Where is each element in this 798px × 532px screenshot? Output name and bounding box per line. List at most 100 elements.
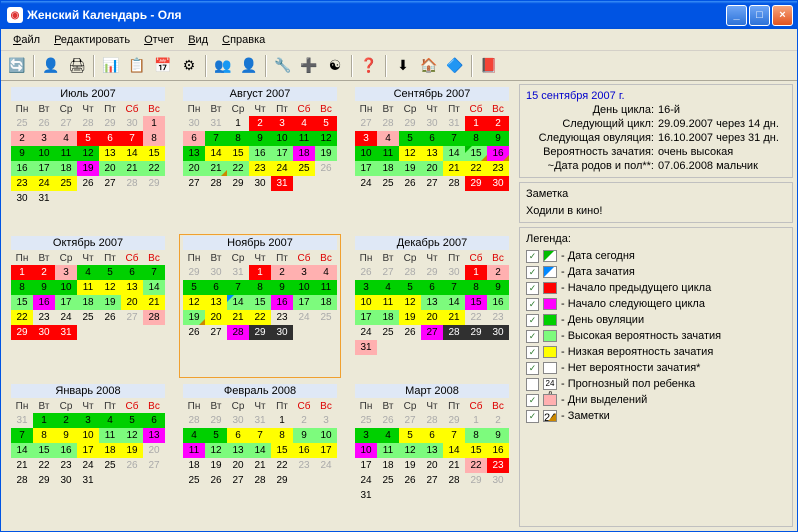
day-cell[interactable]: 3: [355, 280, 377, 295]
day-cell[interactable]: 11: [55, 146, 77, 161]
day-cell[interactable]: 19: [205, 458, 227, 473]
day-cell[interactable]: 9: [487, 280, 509, 295]
day-cell[interactable]: 22: [227, 161, 249, 176]
day-prev[interactable]: 29: [183, 265, 205, 280]
day-cell[interactable]: 29: [143, 176, 165, 191]
day-cell[interactable]: 19: [399, 161, 421, 176]
day-cell[interactable]: 26: [99, 310, 121, 325]
day-cell[interactable]: 16: [11, 161, 33, 176]
day-cell[interactable]: 23: [487, 458, 509, 473]
day-cell[interactable]: 22: [271, 458, 293, 473]
day-prev[interactable]: 26: [377, 413, 399, 428]
day-cell[interactable]: 3: [355, 131, 377, 146]
day-cell[interactable]: 10: [77, 428, 99, 443]
day-prev[interactable]: 30: [205, 265, 227, 280]
day-cell[interactable]: 22: [465, 161, 487, 176]
day-cell[interactable]: 8: [249, 280, 271, 295]
day-cell[interactable]: 11: [315, 280, 337, 295]
day-cell[interactable]: 11: [293, 131, 315, 146]
day-cell[interactable]: 7: [249, 428, 271, 443]
day-cell[interactable]: 26: [399, 473, 421, 488]
day-cell[interactable]: 29: [465, 176, 487, 191]
day-cell[interactable]: 16: [487, 443, 509, 458]
day-cell[interactable]: 22: [465, 310, 487, 325]
day-prev[interactable]: 25: [355, 413, 377, 428]
day-cell[interactable]: 25: [55, 176, 77, 191]
day-prev[interactable]: 30: [121, 116, 143, 131]
toolbar-btn-13[interactable]: ⬇: [391, 54, 415, 78]
day-cell[interactable]: 31: [271, 176, 293, 191]
day-cell[interactable]: 28: [443, 473, 465, 488]
day-cell[interactable]: 10: [355, 443, 377, 458]
day-cell[interactable]: 5: [399, 280, 421, 295]
day-cell[interactable]: 13: [227, 443, 249, 458]
day-cell[interactable]: 27: [227, 473, 249, 488]
day-cell[interactable]: 4: [377, 280, 399, 295]
day-cell[interactable]: 19: [99, 295, 121, 310]
day-cell[interactable]: 22: [143, 161, 165, 176]
day-cell[interactable]: 27: [99, 176, 121, 191]
day-cell[interactable]: 24: [355, 325, 377, 340]
day-cell[interactable]: 17: [355, 161, 377, 176]
day-cell[interactable]: 27: [421, 176, 443, 191]
day-cell[interactable]: 14: [227, 295, 249, 310]
day-cell[interactable]: 13: [421, 443, 443, 458]
day-cell[interactable]: 22: [249, 310, 271, 325]
day-cell[interactable]: 11: [99, 428, 121, 443]
day-cell[interactable]: 27: [183, 176, 205, 191]
day-cell[interactable]: 17: [271, 146, 293, 161]
day-cell[interactable]: 15: [143, 146, 165, 161]
day-cell[interactable]: 14: [11, 443, 33, 458]
legend-checkbox[interactable]: ✓: [526, 314, 539, 327]
day-cell[interactable]: 29: [271, 473, 293, 488]
day-prev[interactable]: 29: [399, 116, 421, 131]
day-cell[interactable]: 20: [421, 161, 443, 176]
day-cell[interactable]: 19: [399, 310, 421, 325]
day-cell[interactable]: 14: [443, 146, 465, 161]
day-prev[interactable]: 28: [399, 265, 421, 280]
day-prev[interactable]: 31: [11, 413, 33, 428]
day-prev[interactable]: 31: [227, 265, 249, 280]
day-cell[interactable]: 29: [11, 325, 33, 340]
day-cell[interactable]: 23: [293, 458, 315, 473]
day-cell[interactable]: 18: [293, 146, 315, 161]
day-cell[interactable]: 8: [11, 280, 33, 295]
toolbar-btn-7[interactable]: 👥: [211, 54, 235, 78]
day-cell[interactable]: 20: [205, 310, 227, 325]
day-cell[interactable]: 29: [465, 325, 487, 340]
menu-Справка[interactable]: Справка: [216, 32, 271, 48]
day-cell[interactable]: 8: [465, 428, 487, 443]
day-cell[interactable]: 22: [33, 458, 55, 473]
day-cell[interactable]: 20: [421, 310, 443, 325]
day-cell[interactable]: 13: [421, 295, 443, 310]
day-cell[interactable]: 1: [11, 265, 33, 280]
day-prev[interactable]: 30: [227, 413, 249, 428]
day-cell[interactable]: 6: [421, 131, 443, 146]
toolbar-btn-8[interactable]: 👤: [237, 54, 261, 78]
day-cell[interactable]: 5: [399, 131, 421, 146]
day-cell[interactable]: 10: [293, 280, 315, 295]
day-cell[interactable]: 30: [487, 176, 509, 191]
day-cell[interactable]: 26: [399, 325, 421, 340]
day-cell[interactable]: 4: [377, 131, 399, 146]
day-prev[interactable]: 28: [77, 116, 99, 131]
legend-checkbox[interactable]: ✓: [526, 298, 539, 311]
day-cell[interactable]: 6: [421, 428, 443, 443]
day-cell[interactable]: 24: [355, 473, 377, 488]
toolbar-btn-11[interactable]: ☯: [323, 54, 347, 78]
day-cell[interactable]: 8: [465, 280, 487, 295]
day-cell[interactable]: 6: [205, 280, 227, 295]
day-prev[interactable]: 28: [377, 116, 399, 131]
day-cell[interactable]: 2: [487, 413, 509, 428]
day-cell[interactable]: 23: [487, 161, 509, 176]
legend-checkbox[interactable]: [526, 378, 539, 391]
day-cell[interactable]: 9: [487, 131, 509, 146]
month-title[interactable]: Сентябрь 2007: [355, 87, 509, 101]
day-cell[interactable]: 5: [183, 280, 205, 295]
day-cell[interactable]: 21: [443, 310, 465, 325]
day-cell[interactable]: 14: [443, 295, 465, 310]
day-cell[interactable]: 26: [315, 161, 337, 176]
day-cell[interactable]: 21: [443, 458, 465, 473]
day-cell[interactable]: 13: [183, 146, 205, 161]
day-cell[interactable]: 4: [99, 413, 121, 428]
